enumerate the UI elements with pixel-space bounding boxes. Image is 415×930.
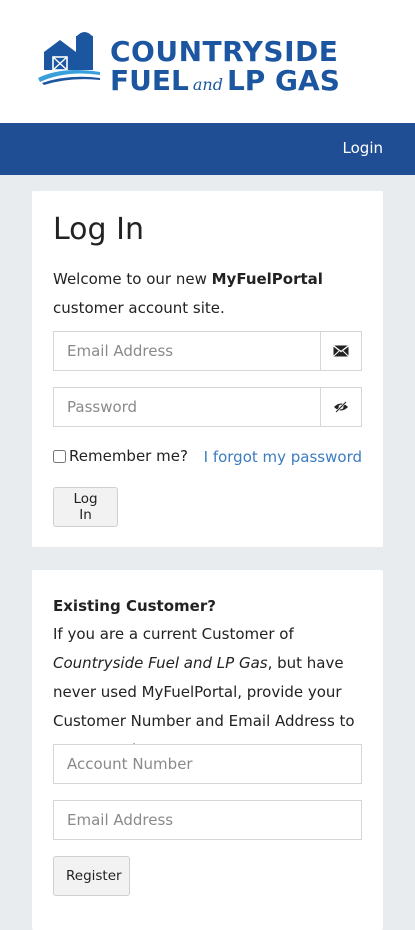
email-input[interactable] <box>54 332 320 370</box>
existing-text-company: Countryside Fuel and LP Gas <box>53 654 268 672</box>
account-number-input[interactable] <box>53 744 362 784</box>
register-button[interactable]: Register <box>53 856 130 896</box>
header: COUNTRYSIDE FUEL and LP GAS <box>0 0 415 123</box>
welcome-text: Welcome to our new MyFuelPortal customer… <box>53 265 353 323</box>
register-email-input[interactable] <box>53 800 362 840</box>
nav-login-link[interactable]: Login <box>343 139 383 157</box>
logo-wordmark: COUNTRYSIDE FUEL and LP GAS <box>110 38 340 95</box>
remember-label: Remember me? <box>69 447 188 465</box>
register-card: Existing Customer? If you are a current … <box>32 570 383 930</box>
navbar: Login <box>0 123 415 175</box>
logo-fuel-line: FUEL and LP GAS <box>110 67 340 95</box>
logo-lp-gas: LP GAS <box>226 64 340 97</box>
password-input[interactable] <box>54 388 320 426</box>
envelope-icon <box>333 345 349 357</box>
company-logo[interactable]: COUNTRYSIDE FUEL and LP GAS <box>38 28 383 98</box>
eye-slash-icon <box>334 401 348 413</box>
password-toggle[interactable] <box>320 388 361 426</box>
email-field-group <box>53 331 362 371</box>
logo-countryside: COUNTRYSIDE <box>110 35 339 68</box>
login-title: Log In <box>53 212 144 247</box>
welcome-brand: MyFuelPortal <box>211 270 323 288</box>
existing-text-prefix: If you are a current Customer of <box>53 625 294 643</box>
existing-customer-title: Existing Customer? <box>53 597 216 615</box>
welcome-prefix: Welcome to our new <box>53 270 212 288</box>
logo-and: and <box>192 75 223 94</box>
barn-logo-icon <box>38 32 100 85</box>
welcome-suffix: customer account site. <box>53 299 225 317</box>
login-card: Log In Welcome to our new MyFuelPortal c… <box>32 191 383 547</box>
forgot-password-link[interactable]: I forgot my password <box>204 448 362 466</box>
remember-me[interactable]: Remember me? <box>53 447 188 465</box>
email-addon <box>320 332 361 370</box>
password-field-group <box>53 387 362 427</box>
login-button[interactable]: Log In <box>53 487 118 527</box>
remember-checkbox[interactable] <box>53 449 66 463</box>
logo-fuel: FUEL <box>110 64 189 97</box>
